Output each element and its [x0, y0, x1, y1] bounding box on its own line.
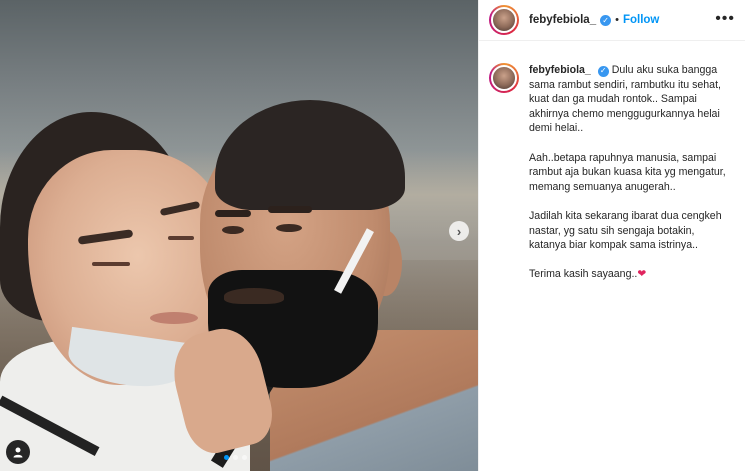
man-eye-left: [222, 226, 244, 234]
header-separator: •: [615, 14, 619, 26]
caption-paragraph-text: Terima kasih sayaang..: [529, 268, 638, 281]
man-eye-right: [276, 224, 302, 232]
caption-avatar[interactable]: [489, 63, 519, 93]
post-photo[interactable]: ›: [0, 0, 478, 471]
avatar-image: [491, 7, 517, 33]
avatar[interactable]: [489, 5, 519, 35]
man-brow-left: [215, 210, 251, 217]
caption-paragraph: febyfebiola_ ✓ Dulu aku suka bangga sama…: [529, 63, 733, 136]
man-brow-right: [268, 206, 312, 213]
chevron-right-icon: ›: [456, 223, 462, 239]
carousel-indicator: [224, 455, 247, 460]
caption-paragraph: Jadilah kita sekarang ibarat dua cengkeh…: [529, 209, 722, 252]
carousel-next-button[interactable]: ›: [449, 221, 469, 241]
heart-emoji-icon: ❤: [637, 268, 647, 281]
follow-button[interactable]: Follow: [623, 14, 659, 26]
woman-eye-right: [168, 236, 194, 240]
woman-eye-left: [92, 262, 130, 266]
caption-text: febyfebiola_ ✓ Dulu aku suka bangga sama…: [529, 63, 733, 297]
post-header: febyfebiola_ ✓ • Follow •••: [479, 0, 745, 41]
more-options-icon[interactable]: •••: [715, 11, 735, 27]
verified-badge-icon: ✓: [600, 14, 612, 26]
caption-paragraph: Terima kasih sayaang..❤: [529, 267, 733, 282]
caption-username[interactable]: febyfebiola_: [529, 64, 591, 76]
carousel-dot: [233, 455, 238, 460]
caption-paragraph: Aah..betapa rapuhnya manusia, sampai ram…: [529, 151, 726, 193]
header-username[interactable]: febyfebiola_: [529, 14, 596, 26]
carousel-dot: [242, 455, 247, 460]
user-tag-icon: [13, 447, 23, 458]
woman-lips: [150, 312, 198, 324]
man-moustache: [224, 288, 284, 304]
post-caption: febyfebiola_ ✓ Dulu aku suka bangga sama…: [479, 41, 745, 297]
avatar-image: [491, 65, 517, 91]
carousel-dot: [224, 455, 229, 460]
man-hair: [215, 100, 405, 210]
tagged-users-button[interactable]: [6, 440, 30, 464]
post-side-panel: febyfebiola_ ✓ • Follow ••• febyfebiola_…: [478, 0, 745, 471]
verified-badge-icon: ✓: [597, 65, 609, 77]
